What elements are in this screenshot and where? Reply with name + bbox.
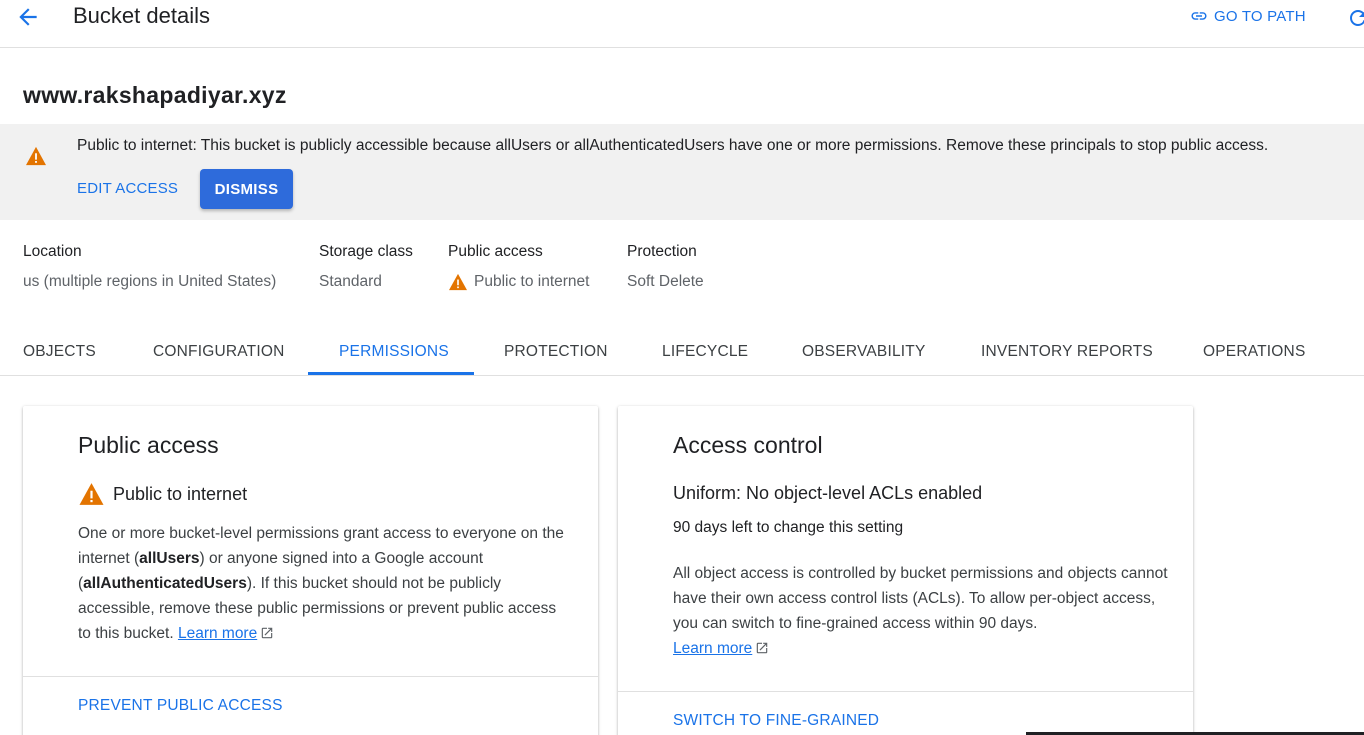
protection-info: Protection Soft Delete bbox=[627, 243, 704, 291]
access-control-description: All object access is controlled by bucke… bbox=[673, 561, 1168, 661]
access-control-body: All object access is controlled by bucke… bbox=[673, 565, 1168, 632]
app-header: Bucket details GO TO PATH bbox=[0, 0, 1364, 48]
warning-icon bbox=[26, 146, 46, 166]
go-to-path-label: GO TO PATH bbox=[1214, 7, 1306, 25]
tab-inventory-reports[interactable]: INVENTORY REPORTS bbox=[981, 343, 1153, 361]
tab-observability[interactable]: OBSERVABILITY bbox=[802, 343, 926, 361]
open-in-new-icon bbox=[261, 627, 273, 639]
open-in-new-icon bbox=[757, 642, 768, 654]
banner-body: : This bucket is publicly accessible bec… bbox=[192, 137, 1269, 154]
public-access-value-text: Public to internet bbox=[474, 273, 590, 290]
edit-access-button[interactable]: EDIT ACCESS bbox=[77, 180, 178, 197]
tab-configuration[interactable]: CONFIGURATION bbox=[153, 343, 284, 361]
warning-icon bbox=[449, 273, 467, 291]
all-authenticated-users-term: allAuthenticatedUsers bbox=[83, 575, 247, 592]
public-access-label: Public access bbox=[448, 243, 543, 260]
storage-class-value: Standard bbox=[319, 273, 382, 290]
tab-protection[interactable]: PROTECTION bbox=[504, 343, 608, 361]
tab-permissions[interactable]: PERMISSIONS bbox=[339, 343, 449, 361]
access-control-card: Access control Uniform: No object-level … bbox=[618, 406, 1193, 735]
public-status: Public to internet bbox=[78, 482, 247, 506]
card-divider bbox=[23, 676, 598, 677]
all-users-term: allUsers bbox=[139, 550, 200, 567]
public-access-value: Public to internet bbox=[448, 273, 589, 291]
banner-message: Public to internet: This bucket is publi… bbox=[77, 137, 1268, 155]
refresh-icon[interactable] bbox=[1346, 6, 1364, 28]
card-title: Public access bbox=[78, 432, 219, 458]
storage-class-info: Storage class Standard bbox=[319, 243, 413, 291]
active-tab-indicator bbox=[308, 372, 474, 375]
link-icon bbox=[1191, 12, 1207, 20]
bucket-name: www.rakshapadiyar.xyz bbox=[23, 82, 287, 108]
page-title: Bucket details bbox=[73, 3, 210, 28]
location-info: Location us (multiple regions in United … bbox=[23, 243, 276, 291]
learn-more-link[interactable]: Learn more bbox=[178, 625, 257, 642]
tab-operations[interactable]: OPERATIONS bbox=[1203, 343, 1305, 361]
back-arrow-icon[interactable] bbox=[14, 4, 42, 30]
uniform-status: Uniform: No object-level ACLs enabled bbox=[673, 483, 983, 503]
prevent-public-access-button[interactable]: PREVENT PUBLIC ACCESS bbox=[78, 697, 283, 715]
location-label: Location bbox=[23, 243, 82, 260]
protection-value: Soft Delete bbox=[627, 273, 704, 290]
tab-bar: OBJECTS CONFIGURATION PERMISSIONS PROTEC… bbox=[0, 330, 1364, 376]
public-access-card: Public access Public to internet One or … bbox=[23, 406, 598, 735]
learn-more-link[interactable]: Learn more bbox=[673, 640, 752, 657]
card-divider bbox=[618, 691, 1193, 692]
public-access-description: One or more bucket-level permissions gra… bbox=[78, 521, 573, 646]
warning-icon bbox=[79, 483, 104, 505]
card-title: Access control bbox=[673, 432, 823, 458]
location-value: us (multiple regions in United States) bbox=[23, 273, 277, 290]
public-access-banner: Public to internet: This bucket is publi… bbox=[0, 124, 1364, 220]
go-to-path-button[interactable]: GO TO PATH bbox=[1188, 7, 1306, 25]
public-access-info: Public access Public to internet bbox=[448, 243, 589, 291]
public-status-text: Public to internet bbox=[113, 483, 248, 504]
tab-lifecycle[interactable]: LIFECYCLE bbox=[662, 343, 748, 361]
days-left-text: 90 days left to change this setting bbox=[673, 519, 904, 536]
tab-objects[interactable]: OBJECTS bbox=[23, 343, 96, 361]
dismiss-button[interactable]: DISMISS bbox=[200, 169, 293, 209]
switch-to-fine-grained-button[interactable]: SWITCH TO FINE-GRAINED bbox=[673, 712, 879, 730]
banner-title: Public to internet bbox=[77, 137, 193, 154]
protection-label: Protection bbox=[627, 243, 697, 260]
storage-class-label: Storage class bbox=[319, 243, 413, 260]
